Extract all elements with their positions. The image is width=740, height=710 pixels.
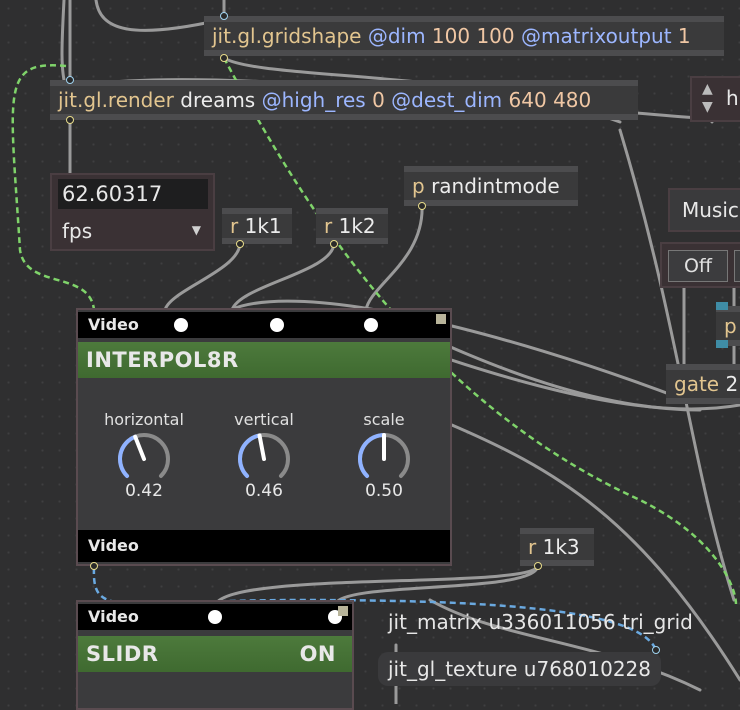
vertical-knob[interactable]: vertical 0.46	[214, 410, 314, 501]
jit-matrix-label: jit_matrix u336011056 tri_grid	[388, 610, 693, 634]
gridshape-attr-dim: @dim	[367, 24, 426, 48]
updown-arrows-icon: ▲ ▼	[702, 81, 713, 115]
interpol8r-top-bar: Video	[78, 312, 450, 338]
knob-label: horizontal	[104, 410, 184, 429]
gridshape-val-matrixoutput: 1	[677, 24, 691, 48]
receive-1k3-outlet[interactable]	[534, 562, 542, 570]
render-outlet[interactable]	[66, 116, 74, 124]
scale-knob[interactable]: scale 0.50	[334, 410, 434, 501]
knob-label: scale	[363, 410, 405, 429]
render-object[interactable]: jit.gl.render dreams @high_res 0 @dest_d…	[50, 80, 638, 120]
hi-label: hi	[726, 86, 740, 110]
receive-1k1-outlet[interactable]	[236, 240, 244, 248]
gate-object[interactable]: gate 2	[666, 364, 740, 404]
knob-dial-icon[interactable]	[354, 429, 414, 485]
receive-arg: 1k3	[542, 535, 580, 559]
gridshape-object[interactable]: jit.gl.gridshape @dim 100 100 @matrixout…	[204, 16, 724, 56]
fps-value[interactable]: 62.60317	[58, 179, 208, 209]
interpol8r-bottom-bar: Video	[78, 530, 450, 562]
video-input-label: Video	[88, 607, 139, 626]
interpol8r-title-bar: INTERPOL8R	[78, 342, 450, 378]
texture-inlet[interactable]	[652, 646, 660, 654]
subpatch-keyword: p	[412, 174, 425, 198]
render-arg: dreams	[180, 88, 256, 112]
input-jack[interactable]	[270, 318, 284, 332]
receive-1k3-object[interactable]: r 1k3	[520, 528, 594, 566]
slidr-title: SLIDR	[86, 642, 159, 666]
gridshape-keyword: jit.gl.gridshape	[212, 24, 362, 48]
input-jack[interactable]	[208, 610, 222, 624]
slidr-device[interactable]: Video SLIDR ON	[76, 600, 354, 710]
jit-gl-texture-object[interactable]: jit_gl_texture u768010228	[378, 652, 661, 686]
gridshape-attr-matrixoutput: @matrixoutput	[520, 24, 672, 48]
off-label: Off	[683, 255, 713, 277]
knob-value: 0.50	[365, 481, 403, 501]
render-val-destdim: 640 480	[508, 88, 592, 112]
gate-keyword: gate	[674, 372, 720, 396]
randintmode-outlet[interactable]	[418, 202, 426, 210]
render-attr-destdim: @dest_dim	[391, 88, 503, 112]
receive-keyword: r	[528, 535, 537, 559]
horizontal-knob[interactable]: horizontal 0.42	[94, 410, 194, 501]
randintmode-subpatch[interactable]: p randintmode	[404, 166, 578, 206]
render-inlet[interactable]	[66, 76, 74, 84]
knob-dial-icon[interactable]	[234, 429, 294, 485]
fps-number-box[interactable]: 62.60317 fps ▼	[50, 173, 215, 251]
knob-label: vertical	[234, 410, 294, 429]
interpol8r-device[interactable]: Video INTERPOL8R horizontal 0.42 vertica…	[76, 308, 452, 566]
subpatch-name: randintmode	[431, 174, 560, 198]
knob-dial-icon[interactable]	[114, 429, 174, 485]
gridshape-val-dim: 100 100	[431, 24, 515, 48]
interpol8r-outlet[interactable]	[90, 562, 98, 570]
input-jack[interactable]	[174, 318, 188, 332]
hi-box[interactable]: ▲▼ hi	[690, 76, 740, 122]
slidr-state[interactable]: ON	[300, 636, 336, 672]
cord-r1k3-b[interactable]	[333, 563, 540, 607]
subpatch-port[interactable]	[716, 340, 728, 348]
receive-keyword: r	[230, 214, 239, 238]
cord-r1k2[interactable]	[230, 241, 336, 312]
gridshape-inlet[interactable]	[220, 12, 228, 20]
video-input-label: Video	[88, 315, 139, 334]
receive-1k2-object[interactable]: r 1k2	[316, 208, 388, 244]
cord-top-to-render-2[interactable]	[60, 0, 68, 90]
jit-matrix-text: jit_matrix u336011056 tri_grid	[388, 610, 693, 634]
right-toggle-button[interactable]	[734, 250, 740, 282]
off-button[interactable]: Off	[668, 250, 728, 282]
receive-arg: 1k1	[244, 214, 282, 238]
receive-keyword: r	[324, 214, 333, 238]
music-label: Music	[682, 198, 739, 222]
receive-1k1-object[interactable]: r 1k1	[222, 208, 292, 244]
cord-r1k1[interactable]	[163, 241, 242, 312]
receive-1k2-outlet[interactable]	[330, 240, 338, 248]
dropdown-arrow-icon[interactable]: ▼	[192, 223, 201, 237]
knob-value: 0.42	[125, 481, 163, 501]
subpatch-port[interactable]	[716, 302, 728, 310]
gate-arg: 2	[725, 372, 739, 396]
video-output-label: Video	[88, 536, 139, 555]
cord-r1k3-a[interactable]	[213, 563, 540, 607]
input-jack[interactable]	[364, 318, 378, 332]
resize-handle[interactable]	[338, 606, 348, 616]
fps-unit: fps	[62, 219, 93, 243]
music-box[interactable]: Music	[668, 188, 740, 232]
render-attr-highres: @high_res	[261, 88, 366, 112]
interpol8r-title: INTERPOL8R	[86, 348, 239, 372]
render-keyword: jit.gl.render	[58, 88, 174, 112]
render-val-highres: 0	[372, 88, 385, 112]
gridshape-outlet[interactable]	[220, 54, 228, 62]
jit-gl-texture-text: jit_gl_texture u768010228	[388, 657, 651, 681]
resize-handle[interactable]	[436, 314, 446, 324]
subpatch-keyword: p	[724, 314, 737, 338]
receive-arg: 1k2	[338, 214, 376, 238]
knob-value: 0.46	[245, 481, 283, 501]
slidr-title-bar: SLIDR ON	[78, 636, 352, 672]
cord-top-to-gridshape[interactable]	[94, 0, 222, 32]
